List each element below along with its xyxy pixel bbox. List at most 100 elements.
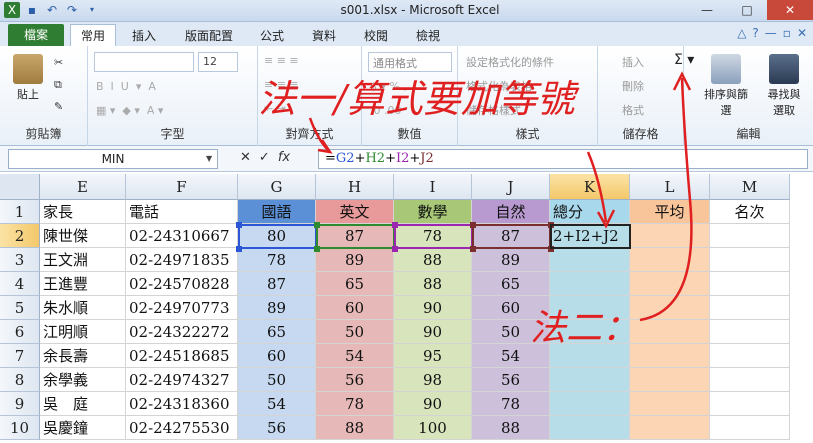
cell-g2[interactable]: 80 [238,224,316,248]
row-header-8[interactable]: 8 [0,368,40,392]
row-header-9[interactable]: 9 [0,392,40,416]
cell-f10[interactable]: 02-24275530 [126,416,238,440]
cell-h8[interactable]: 56 [316,368,394,392]
row-header-7[interactable]: 7 [0,344,40,368]
tab-data[interactable]: 資料 [304,26,344,46]
ribbon-collapse-icon[interactable]: △ [737,26,746,40]
align-top-buttons[interactable]: ≡ ≡ ≡ [264,54,299,67]
cell-i7[interactable]: 95 [394,344,472,368]
font-name-combo[interactable] [94,52,194,72]
cell-k5[interactable] [550,296,630,320]
range-handle[interactable] [236,246,242,252]
insert-function-button[interactable]: fx [278,150,290,165]
cell-l7[interactable] [630,344,710,368]
range-handle[interactable] [314,222,320,228]
header-cell-l[interactable]: 平均 [630,200,710,224]
cell-h10[interactable]: 88 [316,416,394,440]
help-icon[interactable]: ? [752,26,758,40]
cell-e5[interactable]: 朱水順 [40,296,126,320]
cell-f4[interactable]: 02-24570828 [126,272,238,296]
copy-icon[interactable]: ⧉ [54,78,62,92]
select-all-corner[interactable] [0,174,40,200]
cell-j2[interactable]: 87 [472,224,550,248]
column-header-g[interactable]: G [238,174,316,200]
row-header-5[interactable]: 5 [0,296,40,320]
column-header-h[interactable]: H [316,174,394,200]
range-handle[interactable] [548,246,554,252]
doc-close-icon[interactable]: ✕ [797,26,807,40]
cell-j9[interactable]: 78 [472,392,550,416]
cell-k7[interactable] [550,344,630,368]
cell-g3[interactable]: 78 [238,248,316,272]
column-header-j[interactable]: J [472,174,550,200]
tab-page-layout[interactable]: 版面配置 [176,26,242,46]
cell-j7[interactable]: 54 [472,344,550,368]
cell-k6[interactable] [550,320,630,344]
cell-j6[interactable]: 50 [472,320,550,344]
cell-i6[interactable]: 90 [394,320,472,344]
cell-styles-button[interactable]: 儲存格樣式 [466,102,521,118]
cell-h3[interactable]: 89 [316,248,394,272]
cell-j5[interactable]: 60 [472,296,550,320]
row-header-1[interactable]: 1 [0,200,40,224]
cell-h7[interactable]: 54 [316,344,394,368]
format-painter-icon[interactable]: ✎ [54,100,63,113]
worksheet-grid[interactable]: E F G H I J K L M 1 家長 電話 國語 英文 數學 自然 總分 平均 名次 2 陳世傑 02-24310… [0,174,813,443]
autosum-icon[interactable]: Σ ▾ [674,52,694,68]
cell-k4[interactable] [550,272,630,296]
row-header-10[interactable]: 10 [0,416,40,440]
cell-i10[interactable]: 100 [394,416,472,440]
range-handle[interactable] [236,222,242,228]
cell-l5[interactable] [630,296,710,320]
cell-h6[interactable]: 50 [316,320,394,344]
cell-e10[interactable]: 吳慶鐘 [40,416,126,440]
tab-review[interactable]: 校閱 [356,26,396,46]
sort-filter-button[interactable]: 排序與篩選 [702,54,750,118]
column-header-f[interactable]: F [126,174,238,200]
cell-m4[interactable] [710,272,790,296]
cell-m8[interactable] [710,368,790,392]
cell-l10[interactable] [630,416,710,440]
insert-cells-button[interactable]: 插入 [622,54,644,70]
cell-i2[interactable]: 78 [394,224,472,248]
cell-j4[interactable]: 65 [472,272,550,296]
cell-f6[interactable]: 02-24322272 [126,320,238,344]
cell-k8[interactable] [550,368,630,392]
cell-m6[interactable] [710,320,790,344]
format-cells-button[interactable]: 格式 [622,102,644,118]
minimize-button[interactable]: — [687,0,727,20]
customize-qat-icon[interactable]: ▾ [84,2,100,18]
row-header-3[interactable]: 3 [0,248,40,272]
tab-formulas[interactable]: 公式 [252,26,292,46]
cell-f8[interactable]: 02-24974327 [126,368,238,392]
header-cell-e[interactable]: 家長 [40,200,126,224]
close-button[interactable]: ✕ [767,0,813,20]
cell-m2[interactable] [710,224,790,248]
cell-e7[interactable]: 余長壽 [40,344,126,368]
row-header-2[interactable]: 2 [0,224,40,248]
cell-g5[interactable]: 89 [238,296,316,320]
redo-icon[interactable]: ↷ [64,2,80,18]
decimal-buttons[interactable]: .0 .00 [370,104,402,117]
cell-e8[interactable]: 余學義 [40,368,126,392]
cell-g4[interactable]: 87 [238,272,316,296]
cell-g10[interactable]: 56 [238,416,316,440]
column-header-e[interactable]: E [40,174,126,200]
range-handle[interactable] [548,222,554,228]
cancel-entry-button[interactable]: ✕ [240,150,251,165]
cell-m7[interactable] [710,344,790,368]
cell-i9[interactable]: 90 [394,392,472,416]
column-header-m[interactable]: M [710,174,790,200]
cell-j10[interactable]: 88 [472,416,550,440]
cell-i8[interactable]: 98 [394,368,472,392]
cell-f9[interactable]: 02-24318360 [126,392,238,416]
cell-g8[interactable]: 50 [238,368,316,392]
format-as-table-button[interactable]: 格式化為表格 [466,78,532,94]
cell-e3[interactable]: 王文淵 [40,248,126,272]
column-header-k[interactable]: K [550,174,630,200]
border-fill-buttons[interactable]: ▦ ▾ ◆ ▾ A ▾ [96,104,163,117]
header-cell-j[interactable]: 自然 [472,200,550,224]
cell-k3[interactable] [550,248,630,272]
header-cell-k[interactable]: 總分 [550,200,630,224]
find-select-button[interactable]: 尋找與選取 [764,54,804,118]
